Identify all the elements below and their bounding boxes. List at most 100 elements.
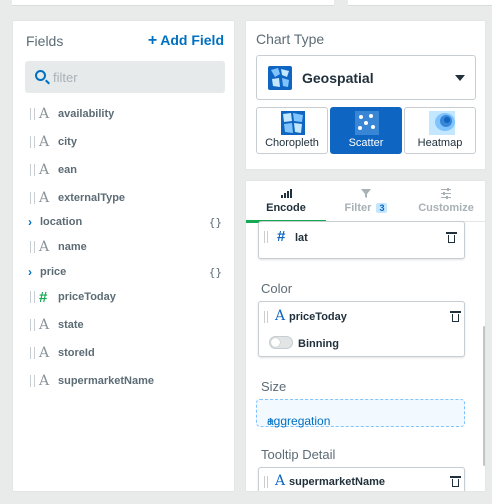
binning-label: Binning <box>298 338 339 350</box>
string-type-icon: A <box>39 373 50 389</box>
add-field-button[interactable]: + Add Field <box>148 32 224 50</box>
drag-handle-icon[interactable] <box>30 347 35 359</box>
size-section-title: Size <box>261 379 287 394</box>
drag-handle-icon[interactable] <box>264 311 268 323</box>
funnel-icon <box>361 189 371 198</box>
field-item-externaltype[interactable]: A externalType <box>13 187 234 209</box>
chart-type-title: Chart Type <box>256 31 325 47</box>
tab-label: Encode <box>266 202 306 214</box>
field-label: storeId <box>58 347 95 359</box>
chart-type-value: Geospatial <box>302 70 374 86</box>
drag-handle-icon[interactable] <box>264 476 268 488</box>
filter-count-badge: 3 <box>376 203 388 213</box>
subtype-choropleth[interactable]: Choropleth <box>256 107 328 154</box>
field-item-price[interactable]: › price {} <box>13 261 234 283</box>
encode-tabs: Encode Filter 3 Customize <box>246 181 485 223</box>
trash-icon[interactable] <box>446 232 457 243</box>
number-type-icon: # <box>277 228 286 245</box>
aggregation-dropzone[interactable]: + aggregation <box>256 399 465 428</box>
tab-filter[interactable]: Filter 3 <box>326 181 406 222</box>
subtype-label: Heatmap <box>417 137 463 149</box>
tab-customize[interactable]: Customize <box>406 181 485 222</box>
fields-panel: Fields +Add Field A availability A city … <box>12 20 235 492</box>
string-type-icon: A <box>39 239 50 255</box>
string-type-icon: A <box>275 308 286 324</box>
geospatial-icon <box>268 66 292 90</box>
lat-field-card[interactable]: # lat <box>258 221 465 259</box>
field-label: location <box>40 216 83 228</box>
aggregation-placeholder: aggregation <box>267 414 331 428</box>
field-item-supermarketname[interactable]: A supermarketName <box>13 370 234 392</box>
field-item-city[interactable]: A city <box>13 131 234 153</box>
drag-handle-icon[interactable] <box>30 136 35 148</box>
drag-handle-icon[interactable] <box>30 192 35 204</box>
add-field-label: Add Field <box>160 32 224 48</box>
lat-field-name: lat <box>295 232 308 244</box>
search-icon <box>35 70 46 81</box>
top-toolbar-right <box>348 0 492 6</box>
field-item-storeid[interactable]: A storeId <box>13 342 234 364</box>
bar-chart-icon <box>281 189 292 198</box>
drag-handle-icon[interactable] <box>264 231 268 243</box>
drag-handle-icon[interactable] <box>30 108 35 120</box>
field-item-location[interactable]: › location {} <box>13 211 234 233</box>
subtype-label: Choropleth <box>265 137 319 149</box>
drag-handle-icon[interactable] <box>30 319 35 331</box>
string-type-icon: A <box>39 317 50 333</box>
object-braces: {} <box>208 265 222 279</box>
trash-icon[interactable] <box>450 311 461 322</box>
encode-scrollbar[interactable] <box>483 326 485 466</box>
color-section-title: Color <box>261 281 293 296</box>
field-item-state[interactable]: A state <box>13 314 234 336</box>
color-field-name: priceToday <box>289 311 347 323</box>
chevron-right-icon[interactable]: › <box>28 215 37 229</box>
chart-type-dropdown[interactable]: Geospatial <box>256 55 476 100</box>
tooltip-field-card[interactable]: A supermarketName <box>258 467 465 491</box>
drag-handle-icon[interactable] <box>30 164 35 176</box>
field-label: name <box>58 241 87 253</box>
chevron-right-icon[interactable]: › <box>28 265 37 279</box>
field-label: supermarketName <box>58 375 154 387</box>
trash-icon[interactable] <box>450 476 461 487</box>
string-type-icon: A <box>39 162 50 178</box>
subtype-scatter[interactable]: Scatter <box>330 107 402 154</box>
string-type-icon: A <box>275 473 286 489</box>
field-item-availability[interactable]: A availability <box>13 103 234 125</box>
binning-toggle[interactable] <box>269 336 293 349</box>
object-braces: {} <box>208 215 222 229</box>
drag-handle-icon[interactable] <box>30 375 35 387</box>
chart-type-panel: Chart Type Geospatial Choropleth Scatter… <box>245 20 486 170</box>
scatter-map-icon <box>355 111 379 135</box>
string-type-icon: A <box>39 190 50 206</box>
choropleth-icon <box>281 111 305 135</box>
field-item-name[interactable]: A name <box>13 236 234 258</box>
tab-label: Customize <box>418 202 474 214</box>
field-label: externalType <box>58 192 126 204</box>
drag-handle-icon[interactable] <box>30 291 35 303</box>
string-type-icon: A <box>39 134 50 150</box>
plus-icon: + <box>147 32 158 49</box>
field-label: state <box>58 319 84 331</box>
color-field-card[interactable]: A priceToday Binning <box>258 301 465 357</box>
tooltip-field-name: supermarketName <box>289 476 385 488</box>
fields-title: Fields <box>26 33 64 49</box>
field-label: ean <box>58 164 77 176</box>
filter-input[interactable] <box>53 68 213 86</box>
field-label: price <box>40 266 67 278</box>
field-label: priceToday <box>58 291 116 303</box>
top-toolbar-left <box>12 0 334 6</box>
tooltip-section-title: Tooltip Detail <box>261 447 336 462</box>
tab-label: Filter <box>344 202 372 214</box>
heatmap-icon <box>429 111 455 135</box>
tab-label-wrap: Filter 3 <box>326 202 406 214</box>
drag-handle-icon[interactable] <box>30 241 35 253</box>
field-item-ean[interactable]: A ean <box>13 159 234 181</box>
field-label: city <box>58 136 77 148</box>
encode-panel: Encode Filter 3 Customize # lat Color A … <box>245 180 486 492</box>
sliders-icon <box>441 188 451 199</box>
subtype-heatmap[interactable]: Heatmap <box>404 107 476 154</box>
field-item-pricetoday[interactable]: # priceToday <box>13 286 234 308</box>
tab-encode[interactable]: Encode <box>246 181 326 223</box>
field-label: availability <box>58 108 115 120</box>
filter-box <box>25 61 225 93</box>
